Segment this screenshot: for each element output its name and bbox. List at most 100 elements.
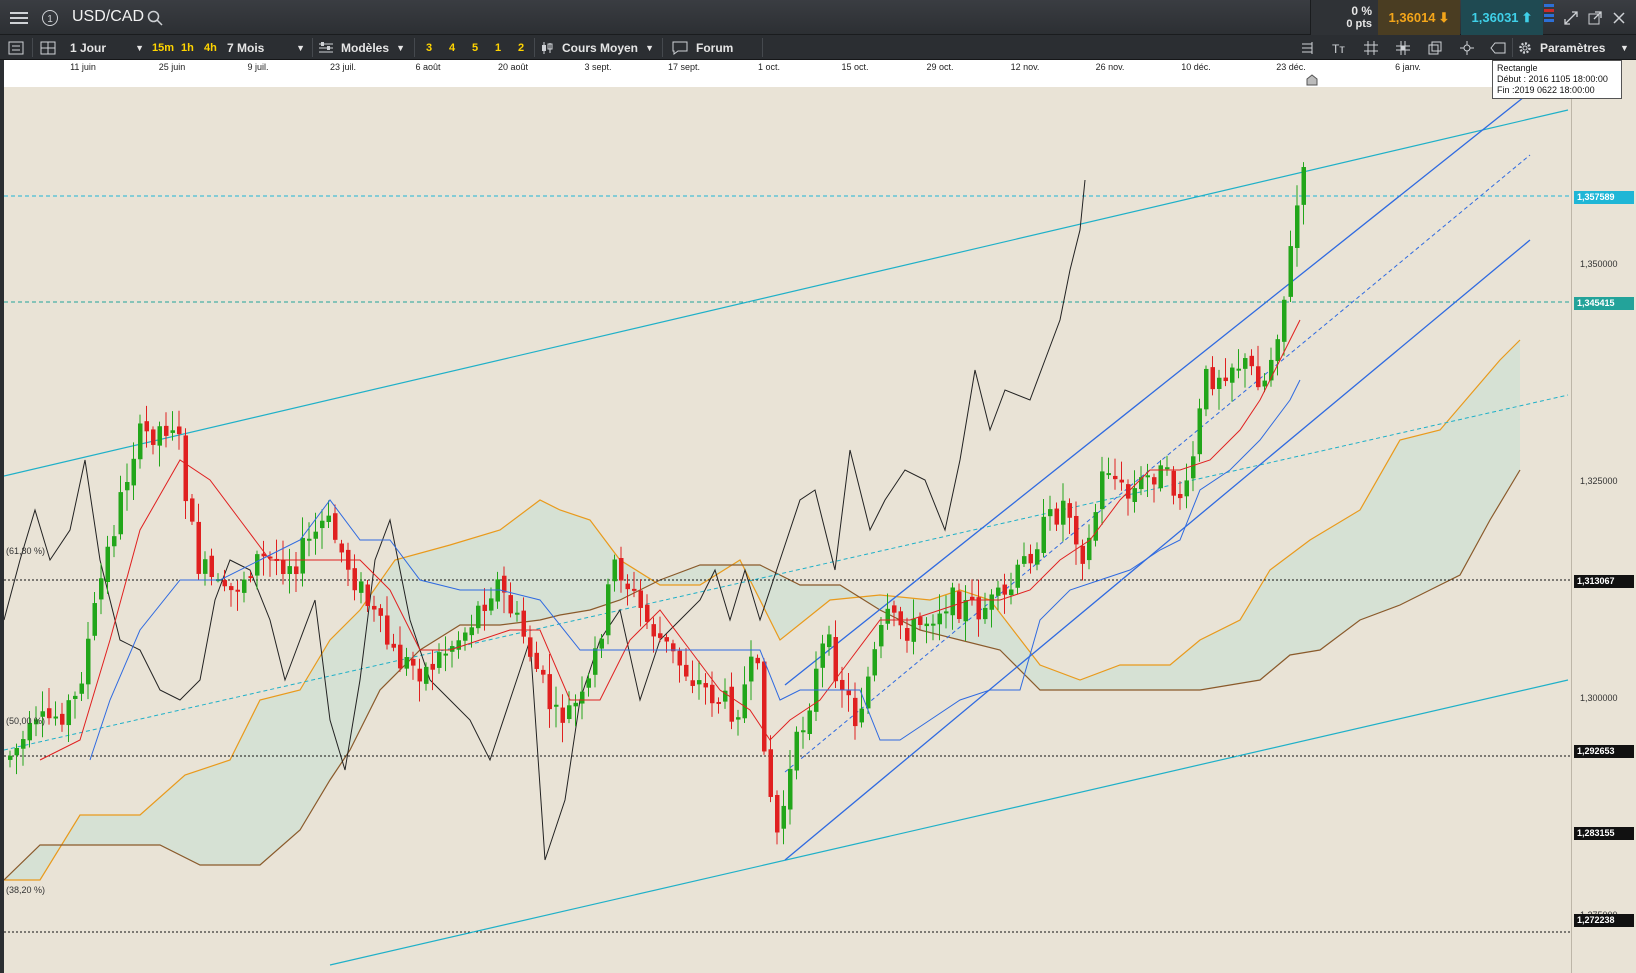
candle-up [606,584,611,636]
range-label: 7 Mois [227,40,265,55]
candle-up [1204,368,1209,410]
candle-down [762,661,767,752]
candle-down [235,589,240,592]
candle-down [957,591,962,620]
candle-down [196,521,201,574]
drawing-list-icon[interactable] [1300,38,1314,57]
quick-2[interactable]: 2 [518,38,524,57]
candle-up [424,666,429,684]
quick-4[interactable]: 4 [449,38,455,57]
date-label: 26 nov. [1095,62,1125,72]
candle-up [313,531,318,539]
candle-up [573,702,578,707]
candle-down [60,713,65,725]
instrument-title[interactable]: USD/CAD [72,8,144,26]
fib-label-38: (38,20 %) [6,885,46,895]
candle-up [749,656,754,682]
text-tool-icon[interactable]: Tт [1332,38,1348,57]
interval-4h[interactable]: 4h [204,38,217,57]
chevron-down-icon[interactable]: ▼ [1620,38,1629,57]
layout-icon[interactable] [40,38,56,57]
date-label: 12 nov. [1010,62,1040,72]
search-icon[interactable] [145,5,165,30]
close-icon[interactable] [1608,5,1630,30]
candle-down [768,749,773,797]
candle-down [560,707,565,723]
settings-button[interactable]: Paramètres [1540,38,1605,57]
candle-up [1295,205,1300,248]
candle-down [352,568,357,591]
candle-up [911,618,916,642]
chart-area[interactable]: (61,80 %) (50,00 %) (38,20 %) [4,87,1571,973]
gear-icon[interactable] [1518,38,1532,57]
candle-up [567,705,572,720]
quick-3[interactable]: 3 [426,38,432,57]
channel-top-line [4,109,1569,477]
date-label: 29 oct. [926,62,954,72]
crosshair-tool-icon[interactable] [1396,38,1410,57]
candle-up [125,481,130,491]
templates-icon[interactable] [318,38,334,57]
candle-down [391,643,396,648]
candle-up [820,643,825,668]
period-select[interactable]: 1 Jour ▼ [70,38,146,57]
interval-1h[interactable]: 1h [181,38,194,57]
templates-menu[interactable]: Modèles ▼ [341,38,407,57]
candle-down [222,580,227,587]
candle-up [788,768,793,810]
range-select[interactable]: 7 Mois ▼ [227,38,307,57]
candle-down [1054,508,1059,525]
quick-5[interactable]: 5 [472,38,478,57]
candle-down [1002,584,1007,595]
chevron-down-icon: ▼ [396,42,405,53]
candle-up [697,680,702,685]
candle-up [66,700,71,726]
info-circle-icon[interactable]: 1 [38,5,62,30]
candle-down [1178,494,1183,499]
current-date-marker[interactable] [1306,73,1318,86]
candle-down [398,644,403,669]
ask-price-button[interactable]: 1,36031 ⬆ [1461,0,1543,35]
price-tick: 1,300000 [1580,693,1618,703]
candle-up [1100,471,1105,510]
candle-down [151,429,156,445]
candle-up [781,805,786,829]
candle-down [625,583,630,590]
bid-price-button[interactable]: 1,36014 ⬇ [1378,0,1460,35]
candle-down [690,680,695,686]
candle-up [1230,367,1235,383]
candle-down [144,421,149,432]
candle-down [710,684,715,704]
candle-up [203,559,208,574]
interval-15m[interactable]: 15m [152,38,174,57]
date-label: 6 août [415,62,441,72]
price-chart[interactable] [4,87,1571,973]
candle-up [131,458,136,486]
candle-down [1210,367,1215,390]
grid-icon[interactable] [1364,38,1378,57]
layers-icon[interactable] [1428,38,1442,57]
candle-down [502,575,507,593]
chat-icon[interactable] [672,38,688,57]
cursor-icon[interactable] [1460,38,1474,57]
quick-1[interactable]: 1 [495,38,501,57]
candle-down [417,668,422,682]
bid-price: 1,36014 [1388,10,1436,25]
expand-icon[interactable] [1560,5,1582,30]
candle-up [1301,167,1306,205]
tooltip-title: Rectangle [1497,63,1538,73]
candle-down [651,624,656,637]
candle-type-icon[interactable] [540,38,554,57]
list-icon[interactable] [8,38,24,57]
top-bar: 1 USD/CAD 0 % 0 pts 1,36014 ⬇ 1,36031 ⬆ [0,0,1636,35]
hamburger-menu-icon[interactable] [6,5,32,30]
date-label: 23 juil. [329,62,357,72]
candle-down [183,435,188,502]
popout-icon[interactable] [1584,5,1606,30]
candle-up [21,739,26,749]
price-tag-fib-50: 1,292653 [1574,745,1634,758]
forum-button[interactable]: Forum [696,38,733,57]
candle-up [1288,246,1293,297]
tag-icon[interactable] [1490,38,1506,57]
price-type-select[interactable]: Cours Moyen ▼ [562,38,656,57]
